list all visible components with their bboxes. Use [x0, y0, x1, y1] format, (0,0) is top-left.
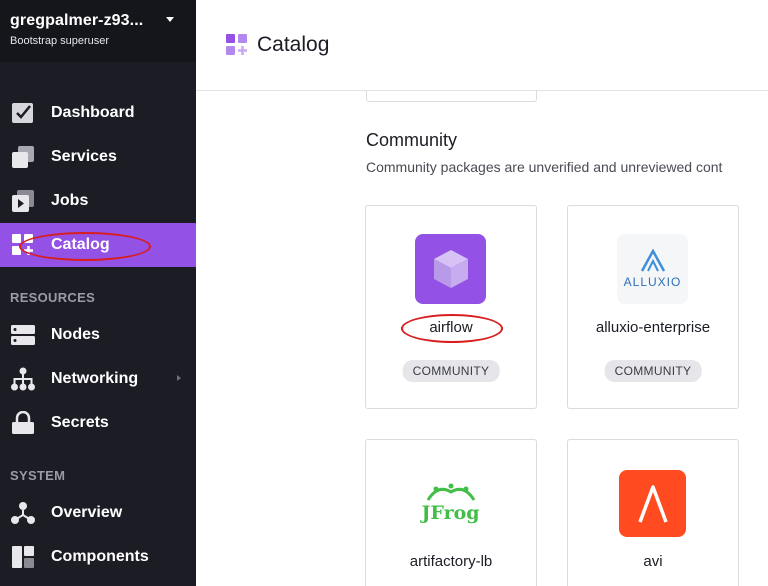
jobs-icon [11, 189, 35, 213]
sidebar-item-components[interactable]: Components [0, 535, 196, 579]
alluxio-logo: ALLUXIO [617, 234, 688, 304]
dashboard-icon [11, 101, 35, 125]
catalog-icon [225, 33, 249, 57]
overview-icon [11, 501, 35, 525]
package-card-artifactory-lb[interactable]: JFrog artifactory-lb [365, 439, 537, 586]
sidebar-item-services[interactable]: Services [0, 135, 196, 179]
page-title: Catalog [257, 33, 330, 56]
sidebar-item-label: Overview [51, 504, 123, 521]
sidebar-item-catalog[interactable]: Catalog [0, 223, 196, 267]
section-description: Community packages are unverified and un… [366, 159, 723, 175]
sidebar-item-networking[interactable]: Networking [0, 357, 196, 401]
package-card-alluxio-enterprise[interactable]: ALLUXIO alluxio-enterprise COMMUNITY [567, 205, 739, 409]
avi-logo [619, 470, 686, 537]
package-name: avi [643, 553, 663, 570]
networking-icon [11, 367, 35, 391]
sidebar-item-label: Dashboard [51, 104, 135, 121]
jfrog-logo-text: JFrog [421, 502, 480, 524]
alluxio-logo-text: ALLUXIO [623, 275, 682, 289]
package-card[interactable] [366, 90, 537, 102]
page-header: Catalog [196, 0, 768, 91]
community-badge: COMMUNITY [604, 360, 702, 382]
sidebar-item-dashboard[interactable]: Dashboard [0, 91, 196, 135]
user-name: gregpalmer-z93... [10, 12, 144, 29]
sidebar-item-secrets[interactable]: Secrets [0, 401, 196, 445]
caret-down-icon[interactable] [166, 17, 174, 22]
section-label-system: SYSTEM [10, 468, 66, 483]
sidebar-item-label: Catalog [51, 236, 110, 253]
sidebar-item-jobs[interactable]: Jobs [0, 179, 196, 223]
section-title: Community [366, 130, 458, 150]
chevron-right-icon[interactable] [177, 375, 181, 381]
user-role: Bootstrap superuser [10, 35, 110, 47]
package-name: artifactory-lb [409, 553, 493, 570]
airflow-cube-icon [415, 234, 486, 304]
services-icon [11, 145, 35, 169]
sidebar-item-label: Jobs [51, 192, 89, 209]
section-label-resources: RESOURCES [10, 290, 96, 305]
package-name: alluxio-enterprise [595, 319, 711, 336]
sidebar-item-label: Secrets [51, 414, 109, 431]
package-card-airflow[interactable]: airflow COMMUNITY [365, 205, 537, 409]
package-name: airflow [429, 319, 473, 336]
package-card-avi[interactable]: avi [567, 439, 739, 586]
user-menu[interactable]: gregpalmer-z93... Bootstrap superuser [0, 0, 196, 62]
sidebar: gregpalmer-z93... Bootstrap superuser Da… [0, 0, 196, 586]
components-icon [11, 545, 35, 569]
sidebar-item-label: Services [51, 148, 117, 165]
sidebar-item-nodes[interactable]: Nodes [0, 313, 196, 357]
sidebar-item-label: Networking [51, 370, 139, 387]
jfrog-logo: JFrog [415, 468, 486, 538]
sidebar-item-overview[interactable]: Overview [0, 491, 196, 535]
lock-icon [11, 411, 35, 435]
community-badge: COMMUNITY [402, 360, 500, 382]
nodes-icon [11, 323, 35, 347]
sidebar-item-label: Components [51, 548, 149, 565]
catalog-icon [11, 233, 35, 257]
sidebar-item-label: Nodes [51, 326, 100, 343]
